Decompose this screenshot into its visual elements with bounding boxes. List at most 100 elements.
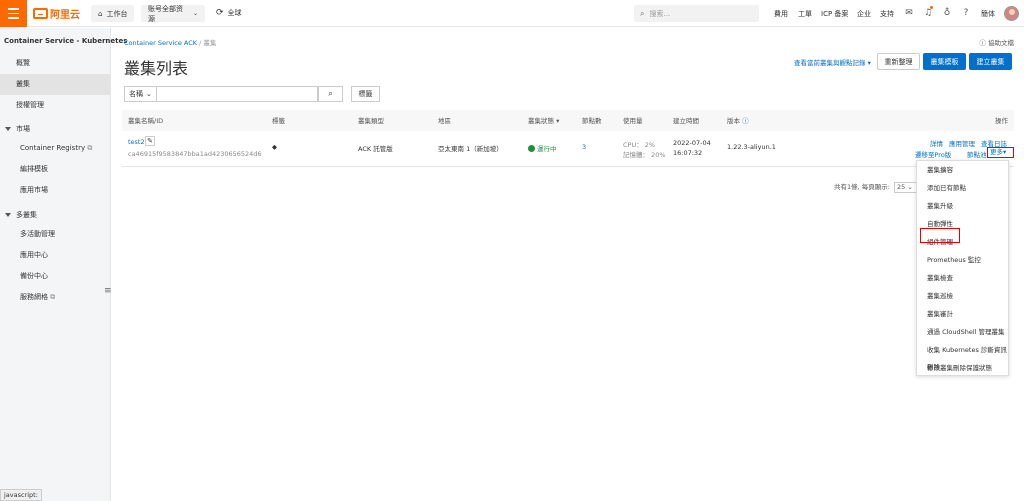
global-search-input[interactable]: ⌕ 搜索...: [634, 5, 759, 22]
cluster-template-button[interactable]: 叢集模板: [923, 53, 966, 70]
cluster-logs-label: 查看當前叢集與觀點記錄: [794, 59, 866, 67]
edit-icon[interactable]: ✎: [145, 136, 155, 146]
menu-item-prometheus[interactable]: Prometheus 監控: [917, 251, 1009, 269]
sidebar-item-multi-active[interactable]: 多活動管理: [0, 224, 110, 245]
menu-item-diagnostics[interactable]: 收集 Kubernetes 診斷資訊: [917, 341, 1009, 359]
menu-item-audit[interactable]: 叢集審計: [917, 305, 1009, 323]
col-name: 叢集名稱/ID: [128, 117, 164, 125]
caret-down-icon: ▾: [1003, 148, 1007, 156]
status-running-icon: [528, 145, 535, 152]
col-created: 建立時間: [673, 117, 699, 125]
tag-icon[interactable]: ◆: [272, 143, 277, 151]
aliyun-logo[interactable]: 阿里云: [33, 7, 80, 21]
sidebar-item-templates[interactable]: 編排模板: [0, 159, 110, 180]
table-header: 叢集名稱/ID 標籤 叢集類型 地區 叢集狀態 ▾ 節點數 使用量 建立時間 版…: [122, 110, 1014, 131]
sidebar-title: Container Service - Kubernetes: [4, 37, 128, 45]
page-size-value: 25: [897, 182, 906, 191]
home-icon: ⌂: [98, 9, 103, 18]
caret-down-icon: [5, 127, 11, 131]
detail-link[interactable]: 詳情: [930, 138, 943, 148]
search-placeholder: 搜索...: [649, 9, 671, 18]
sidebar-collapse-handle[interactable]: ≡: [104, 286, 112, 296]
breadcrumb-ack[interactable]: Container Service ACK: [124, 39, 197, 47]
sidebar-group-market[interactable]: 市場: [5, 124, 30, 134]
more-actions-label: 更多: [990, 148, 1003, 156]
avatar[interactable]: [1004, 6, 1019, 21]
col-type: 叢集類型: [358, 117, 384, 125]
cluster-version: 1.22.3-aliyun.1: [727, 143, 776, 151]
status-badge: 運行中: [528, 143, 557, 153]
nav-support[interactable]: 支持: [880, 9, 894, 19]
help-icon[interactable]: ?: [961, 8, 971, 18]
workbench-label: 工作台: [106, 9, 128, 18]
sidebar-item-auth[interactable]: 授權管理: [0, 95, 110, 116]
migrate-pro-link[interactable]: 遷移至Pro版: [915, 149, 951, 159]
sidebar-item-clusters[interactable]: 叢集: [0, 74, 110, 95]
caret-down-icon: ▾: [867, 59, 871, 67]
more-actions-button[interactable]: 更多▾: [987, 147, 1014, 158]
status-label: 運行中: [537, 145, 557, 153]
col-status[interactable]: 叢集狀態 ▾: [528, 115, 559, 125]
col-actions: 操作: [995, 117, 1008, 125]
nav-tickets[interactable]: 工單: [798, 9, 812, 19]
refresh-button[interactable]: 重新整理: [877, 53, 920, 70]
app-management-link[interactable]: 應用管理: [949, 138, 975, 148]
filter-field-select[interactable]: 名稱 ⌄: [124, 86, 157, 102]
col-usage: 使用量: [623, 117, 643, 125]
help-doc-label: 協助文檔: [988, 39, 1014, 47]
col-version-label: 版本: [727, 117, 740, 125]
sidebar-item-app-market[interactable]: 應用市場: [0, 180, 110, 201]
lightbulb-icon[interactable]: ♁: [942, 8, 952, 18]
filter-search-input[interactable]: [157, 86, 318, 102]
help-circle-icon[interactable]: ⓘ: [742, 117, 749, 125]
external-link-icon: ⧉: [50, 293, 56, 301]
cluster-name-link[interactable]: test2: [128, 138, 145, 146]
page-size-select[interactable]: 25 ⌄: [894, 181, 918, 193]
caret-down-icon: ▾: [556, 117, 560, 125]
top-navigation-bar: 阿里云 ⌂ 工作台 账号全部资源 ⌄ ⟳ 全球 ⌕ 搜索... 費用 工單 IC…: [0, 0, 1024, 27]
menu-item-upgrade[interactable]: 叢集升級: [917, 197, 1009, 215]
sidebar-item-overview[interactable]: 概覽: [0, 53, 110, 74]
browser-status-bar: javascript:: [0, 489, 42, 501]
sidebar-item-registry-label: Container Registry: [20, 144, 86, 152]
sidebar-item-app-center[interactable]: 應用中心: [0, 245, 110, 266]
caret-down-icon: [5, 213, 11, 217]
menu-item-check[interactable]: 叢集檢查: [917, 269, 1009, 287]
filter-search-button[interactable]: ⌕: [318, 86, 343, 102]
sidebar-item-backup[interactable]: 備份中心: [0, 266, 110, 287]
bell-icon[interactable]: ♫: [923, 8, 933, 18]
menu-item-inspect[interactable]: 叢集巡檢: [917, 287, 1009, 305]
sidebar-item-registry[interactable]: Container Registry ⧉: [0, 138, 110, 159]
col-region: 地區: [438, 117, 451, 125]
sidebar-item-service-mesh[interactable]: 服務網格 ⧉: [0, 287, 110, 308]
node-pool-link[interactable]: 節點池: [967, 149, 987, 159]
tag-filter-button[interactable]: 標籤: [351, 86, 380, 102]
menu-icon[interactable]: [0, 0, 27, 27]
node-count-link[interactable]: 3: [582, 143, 586, 151]
resource-selector[interactable]: 账号全部资源 ⌄: [141, 5, 205, 23]
col-tags: 標籤: [272, 117, 285, 125]
create-cluster-button[interactable]: 建立叢集: [969, 53, 1012, 70]
nav-icp[interactable]: ICP 备案: [821, 9, 848, 19]
cluster-logs-link[interactable]: 查看當前叢集與觀點記錄 ▾: [794, 57, 871, 67]
nav-billing[interactable]: 費用: [774, 9, 788, 19]
aliyun-logo-mark: [33, 8, 48, 19]
menu-item-add-node[interactable]: 添加已有節點: [917, 179, 1009, 197]
cpu-usage: CPU： 2%: [623, 141, 656, 149]
menu-item-delete[interactable]: 刪除: [917, 358, 1008, 376]
nav-enterprise[interactable]: 企业: [857, 9, 871, 19]
sidebar-group-multi[interactable]: 多叢集: [5, 210, 37, 220]
menu-item-scale-out[interactable]: 叢集擴容: [917, 161, 1009, 179]
message-icon[interactable]: ✉: [904, 8, 914, 18]
help-circle-icon: ⓘ: [979, 39, 986, 47]
memory-usage: 記憶體： 20%: [623, 151, 666, 159]
language-switch[interactable]: 簡体: [981, 9, 995, 19]
external-link-icon: ⧉: [87, 144, 93, 152]
region-selector[interactable]: ⟳ 全球: [216, 8, 242, 18]
menu-item-cloudshell[interactable]: 通過 CloudShell 管理叢集: [917, 323, 1009, 341]
cluster-region: 亞太東南 1（新加坡）: [438, 145, 503, 153]
workbench-button[interactable]: ⌂ 工作台: [91, 5, 135, 22]
globe-icon: ⟳: [216, 8, 224, 18]
page-title: 叢集列表: [124, 59, 189, 78]
help-doc-link[interactable]: ⓘ 協助文檔: [979, 37, 1014, 47]
